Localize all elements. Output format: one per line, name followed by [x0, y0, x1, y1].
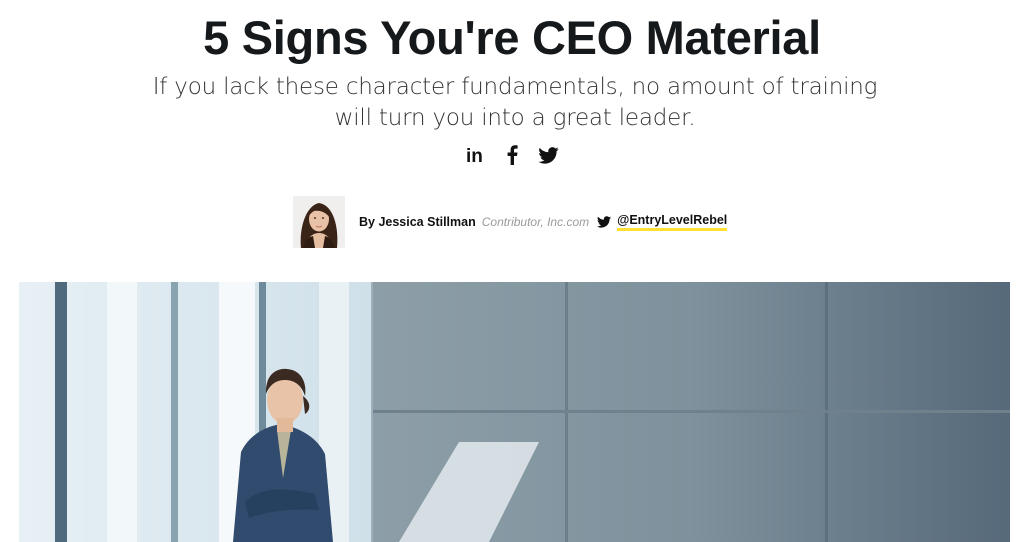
hero-image	[19, 282, 1010, 542]
facebook-icon	[506, 145, 518, 165]
author-role: Contributor, Inc.com	[481, 215, 590, 229]
article-dek: If you lack these character fundamentals…	[152, 74, 878, 131]
linkedin-icon: in	[466, 146, 486, 164]
linkedin-share-button[interactable]: in	[465, 143, 487, 167]
author-twitter-link[interactable]: @EntryLevelRebel	[617, 213, 728, 231]
twitter-icon	[537, 146, 559, 164]
article-headline: 5 Signs You're CEO Material	[203, 11, 821, 64]
author-byline: By Jessica Stillman Contributor, Inc.com…	[293, 196, 728, 248]
svg-text:in: in	[466, 146, 483, 164]
share-bar: in	[0, 143, 1024, 167]
twitter-icon	[597, 216, 612, 228]
author-name[interactable]: By Jessica Stillman	[359, 215, 476, 229]
twitter-share-button[interactable]	[537, 143, 559, 167]
author-avatar[interactable]	[293, 196, 345, 248]
facebook-share-button[interactable]	[501, 143, 523, 167]
